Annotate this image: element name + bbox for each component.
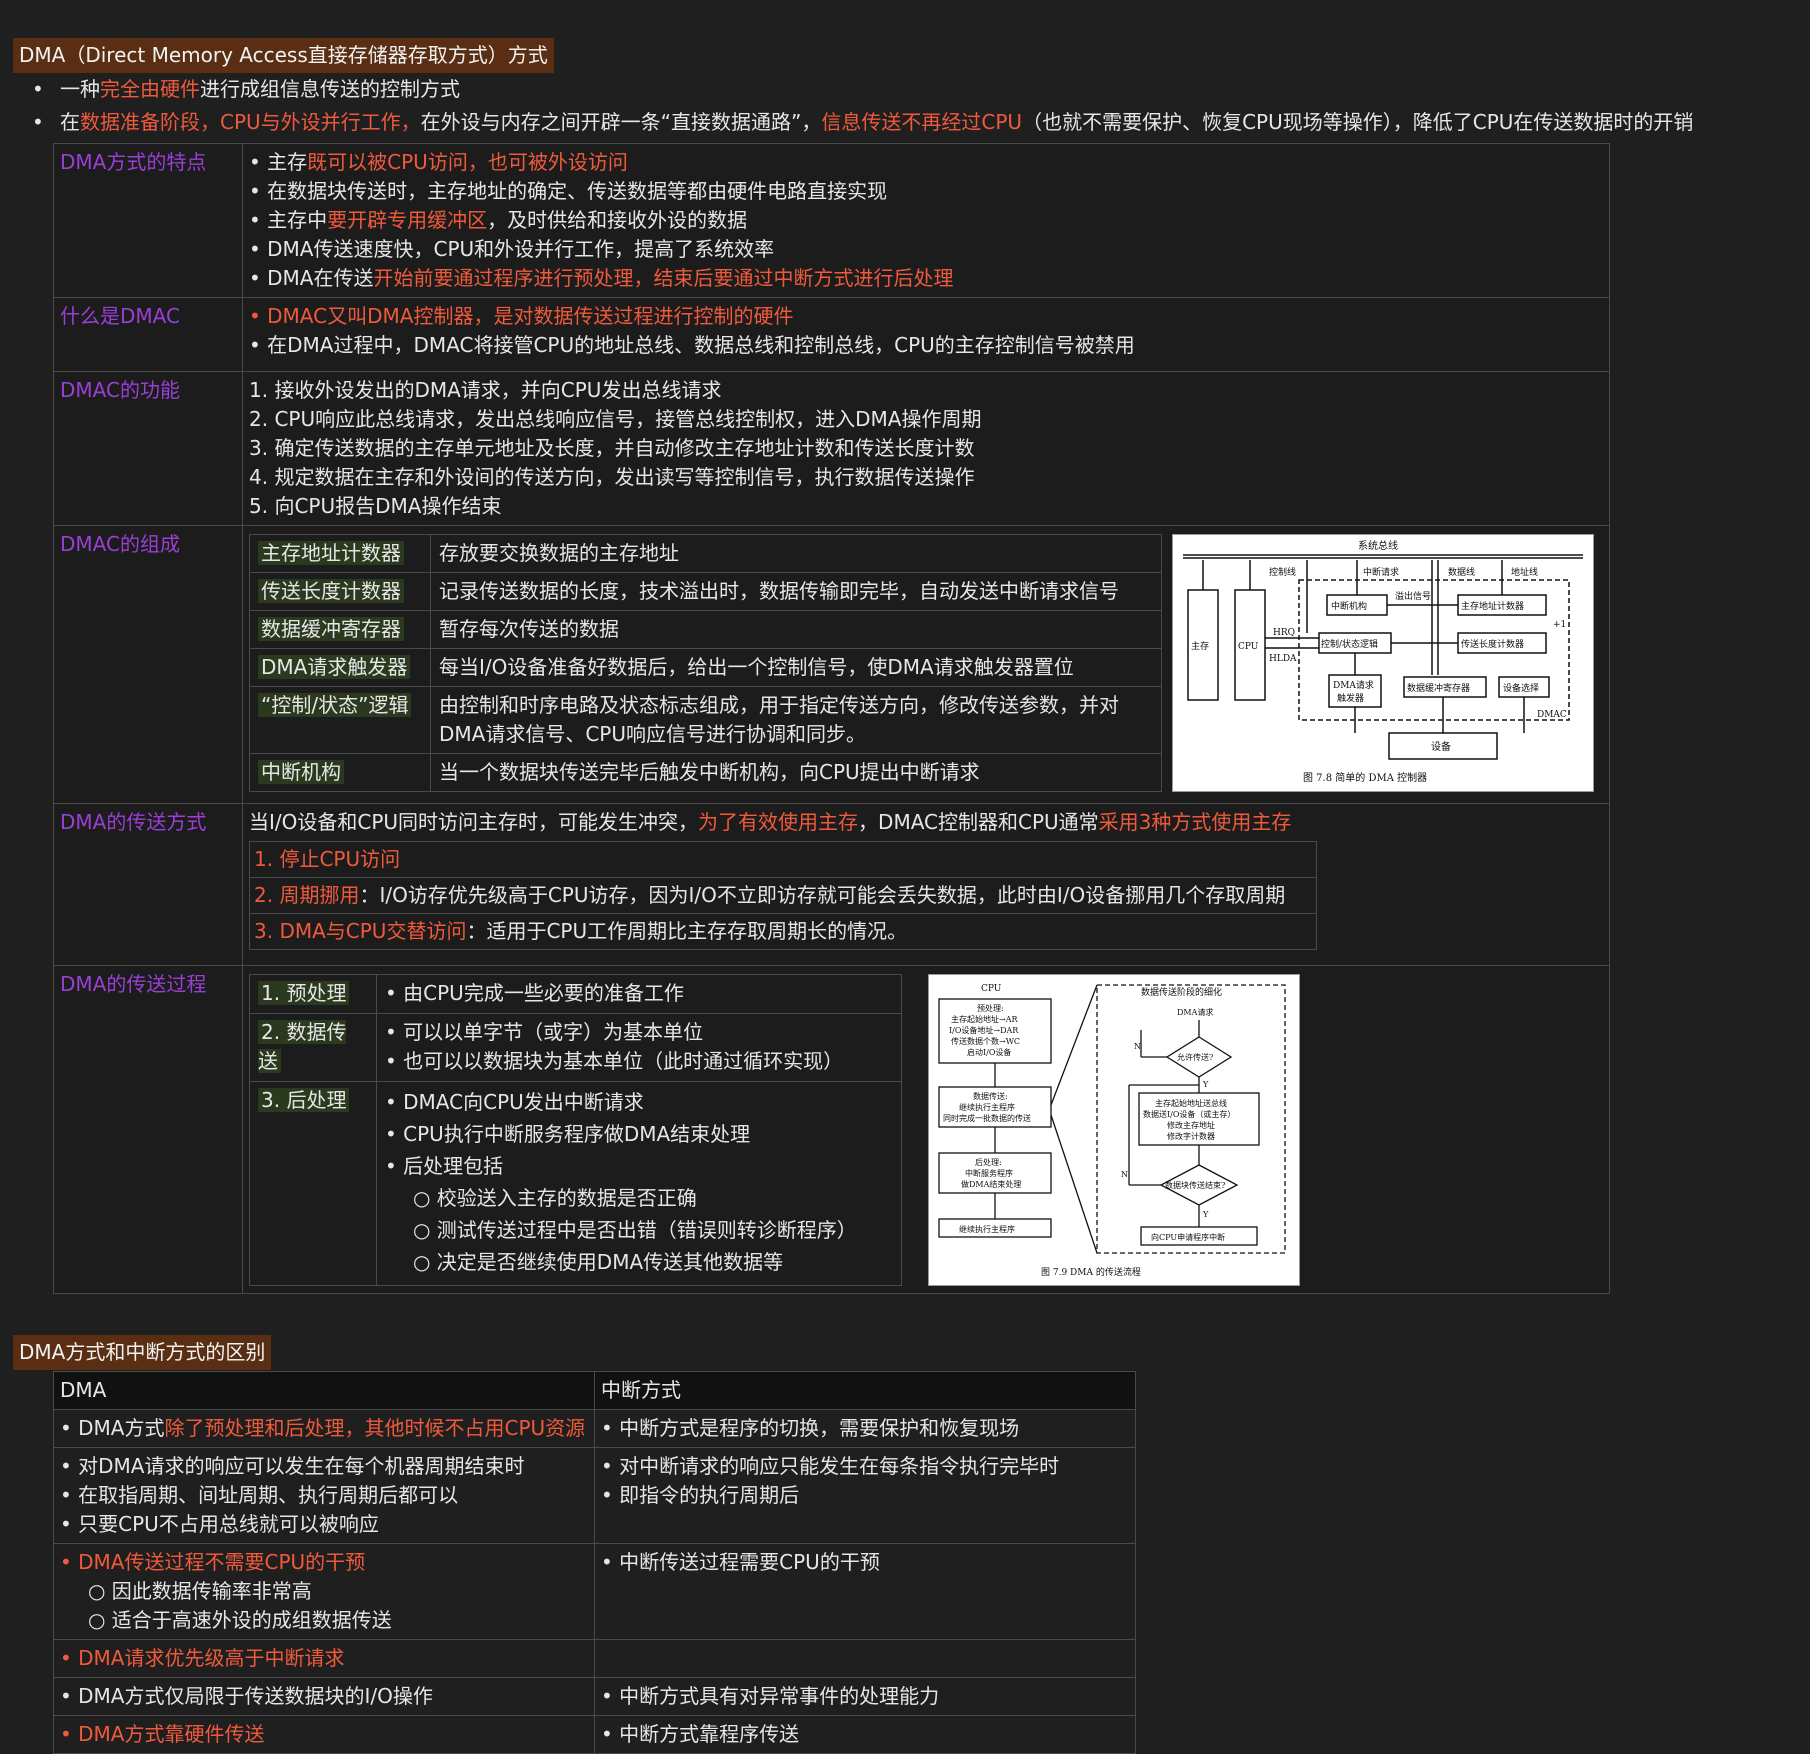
fig-label: 主存 [1191, 640, 1209, 652]
fig-label: CPU [1238, 642, 1259, 652]
fig-label: 中断机构 [1331, 600, 1367, 612]
row-content-modes: 当I/O设备和CPU同时访问主存时，可能发生冲突，为了有效使用主存，DMAC控制… [242, 803, 1610, 966]
dmac-parts-table: 主存地址计数器 存放要交换数据的主存地址 传送长度计数器 记录传送数据的长度，技术溢… [249, 534, 1162, 792]
section-title-compare: DMA方式和中断方式的区别 [13, 1335, 272, 1370]
fig-label: I/O设备地址→DAR [949, 1025, 1019, 1035]
table-row: DMA的传送方式 当I/O设备和CPU同时访问主存时，可能发生冲突，为了有效使用… [53, 803, 1610, 966]
fig-label: 修改字计数器 [1167, 1131, 1215, 1141]
section-title-dma: DMA（Direct Memory Access直接存储器存取方式）方式 [13, 38, 554, 73]
row-label-features: DMA方式的特点 [53, 143, 243, 298]
table-row: DMAC的功能 1. 接收外设发出的DMA请求，并向CPU发出总线请求 2. C… [53, 371, 1610, 526]
row-label-composition: DMAC的组成 [53, 525, 243, 804]
fig-label: 设备 [1431, 740, 1451, 753]
table-row: • DMA方式仅局限于传送数据块的I/O操作 • 中断方式具有对异常事件的处理能… [53, 1677, 1136, 1716]
fig-label: 地址线 [1511, 566, 1538, 578]
fig-label: 数据传送阶段的细化 [1141, 986, 1222, 998]
row-label-modes: DMA的传送方式 [53, 803, 243, 966]
fig-label: N [1121, 1170, 1128, 1179]
fig-caption: 图 7.8 简单的 DMA 控制器 [1303, 771, 1427, 784]
fig-caption: 图 7.9 DMA 的传送流程 [1041, 1266, 1141, 1278]
row-label-process: DMA的传送过程 [53, 965, 243, 1294]
fig-label: 预处理: [977, 1003, 1004, 1013]
column-header-interrupt: 中断方式 [594, 1371, 1136, 1410]
table-row: • DMA方式除了预处理和后处理，其他时候不占用CPU资源 • 中断方式是程序的… [53, 1409, 1136, 1448]
row-label-function: DMAC的功能 [53, 371, 243, 526]
row-label-dmac: 什么是DMAC [53, 297, 243, 372]
fig-label: 做DMA结束处理 [961, 1179, 1021, 1189]
fig-label: Y [1202, 1080, 1209, 1089]
fig-label: 修改主存地址 [1167, 1120, 1215, 1130]
fig-label: N [1134, 1042, 1141, 1051]
fig-label: 数据线 [1448, 566, 1475, 578]
fig-label: 数据送I/O设备（或主存） [1143, 1109, 1235, 1119]
fig-label: 主存起始地址送总线 [1155, 1098, 1227, 1108]
fig-label: 中断服务程序 [965, 1168, 1013, 1178]
fig-label: 数据缓冲寄存器 [1407, 682, 1470, 694]
fig-label: 后处理: [975, 1157, 1002, 1167]
table-row: 什么是DMAC • DMAC又叫DMA控制器，是对数据传送过程进行控制的硬件 •… [53, 297, 1610, 372]
dmac-diagram: 系统总线 控制线 中断请求 数据线 地址线 主存 CPU HRQ HLDA 中断… [1183, 539, 1583, 784]
dma-flow-figure: CPU 数据传送阶段的细化 预处理: 主存起始地址→AR I/O设备地址→DAR… [928, 974, 1300, 1286]
fig-label: HRQ [1273, 628, 1295, 638]
row-content-composition: 主存地址计数器 存放要交换数据的主存地址 传送长度计数器 记录传送数据的长度，技术溢… [242, 525, 1610, 804]
fig-label: 控制/状态逻辑 [1321, 638, 1378, 650]
fig-label: HLDA [1269, 654, 1297, 664]
row-content-features: • 主存既可以被CPU访问，也可被外设访问 • 在数据块传送时，主存地址的确定、… [242, 143, 1610, 298]
table-row: • DMA请求优先级高于中断请求 [53, 1639, 1136, 1678]
dma-flow-diagram: CPU 数据传送阶段的细化 预处理: 主存起始地址→AR I/O设备地址→DAR… [938, 984, 1286, 1278]
table-row: • DMA传送过程不需要CPU的干预 ○ 因此数据传输率非常高 ○ 适合于高速外设的… [53, 1543, 1136, 1640]
fig-label: 传送数据个数→WC [951, 1036, 1020, 1046]
fig-label: 数据块传送结束? [1165, 1180, 1225, 1190]
column-header-dma: DMA [53, 1371, 595, 1410]
dma-vs-interrupt-table: DMA 中断方式 • DMA方式除了预处理和后处理，其他时候不占用CPU资源 •… [53, 1371, 1136, 1754]
dmac-diagram-figure: 系统总线 控制线 中断请求 数据线 地址线 主存 CPU HRQ HLDA 中断… [1172, 534, 1594, 792]
fig-label: 溢出信号 [1395, 590, 1431, 602]
fig-label: DMAC [1537, 710, 1567, 720]
transfer-steps-table: 1. 预处理 • 由CPU完成一些必要的准备工作 2. 数据传送 • 可以以单字… [249, 974, 902, 1287]
fig-label: DMA请求 [1177, 1007, 1213, 1017]
fig-label: 主存地址计数器 [1461, 600, 1524, 612]
fig-label: 向CPU申请程序中断 [1151, 1232, 1225, 1242]
fig-label: 同时完成一批数据的传送 [943, 1113, 1031, 1123]
fig-label: CPU [981, 984, 1002, 994]
table-row: DMA方式的特点 • 主存既可以被CPU访问，也可被外设访问 • 在数据块传送时… [53, 143, 1610, 298]
fig-label: 允许传送? [1177, 1052, 1213, 1062]
fig-label: 触发器 [1337, 692, 1364, 704]
fig-label: 系统总线 [1358, 539, 1398, 552]
row-content-process: 1. 预处理 • 由CPU完成一些必要的准备工作 2. 数据传送 • 可以以单字… [242, 965, 1610, 1294]
fig-label: 启动I/O设备 [967, 1047, 1011, 1057]
intro-bullet-2: • 在数据准备阶段，CPU与外设并行工作，在外设与内存之间开辟一条“直接数据通路”… [32, 110, 1694, 134]
intro-bullet-1: • 一种完全由硬件进行成组信息传送的控制方式 [32, 77, 460, 101]
fig-label: 继续执行主程序 [959, 1224, 1015, 1234]
fig-label: 设备选择 [1503, 682, 1539, 694]
fig-label: 传送长度计数器 [1461, 638, 1524, 650]
dma-overview-table: DMA方式的特点 • 主存既可以被CPU访问，也可被外设访问 • 在数据块传送时… [53, 143, 1610, 1294]
fig-label: 继续执行主程序 [959, 1102, 1015, 1112]
fig-label: 中断请求 [1363, 566, 1399, 578]
fig-label: +1 [1553, 620, 1566, 630]
table-row: DMAC的组成 主存地址计数器 存放要交换数据的主存地址 传送长度计数器 记录传送数… [53, 525, 1610, 804]
fig-label: 数据传送: [973, 1091, 1008, 1101]
table-row: • 对DMA请求的响应可以发生在每个机器周期结束时 • 在取指周期、间址周期、执行… [53, 1447, 1136, 1544]
fig-label: DMA请求 [1333, 679, 1374, 691]
row-content-function: 1. 接收外设发出的DMA请求，并向CPU发出总线请求 2. CPU响应此总线请… [242, 371, 1610, 526]
fig-label: 控制线 [1269, 566, 1296, 578]
table-row: DMA的传送过程 1. 预处理 • 由CPU完成一些必要的准备工作 2. 数据传… [53, 965, 1610, 1294]
fig-label: 主存起始地址→AR [951, 1014, 1018, 1024]
row-content-dmac: • DMAC又叫DMA控制器，是对数据传送过程进行控制的硬件 • 在DMA过程中… [242, 297, 1610, 372]
transfer-modes-table: 1. 停止CPU访问 2. 周期挪用：I/O访存优先级高于CPU访存，因为I/O… [249, 841, 1317, 950]
fig-label: Y [1202, 1210, 1209, 1219]
